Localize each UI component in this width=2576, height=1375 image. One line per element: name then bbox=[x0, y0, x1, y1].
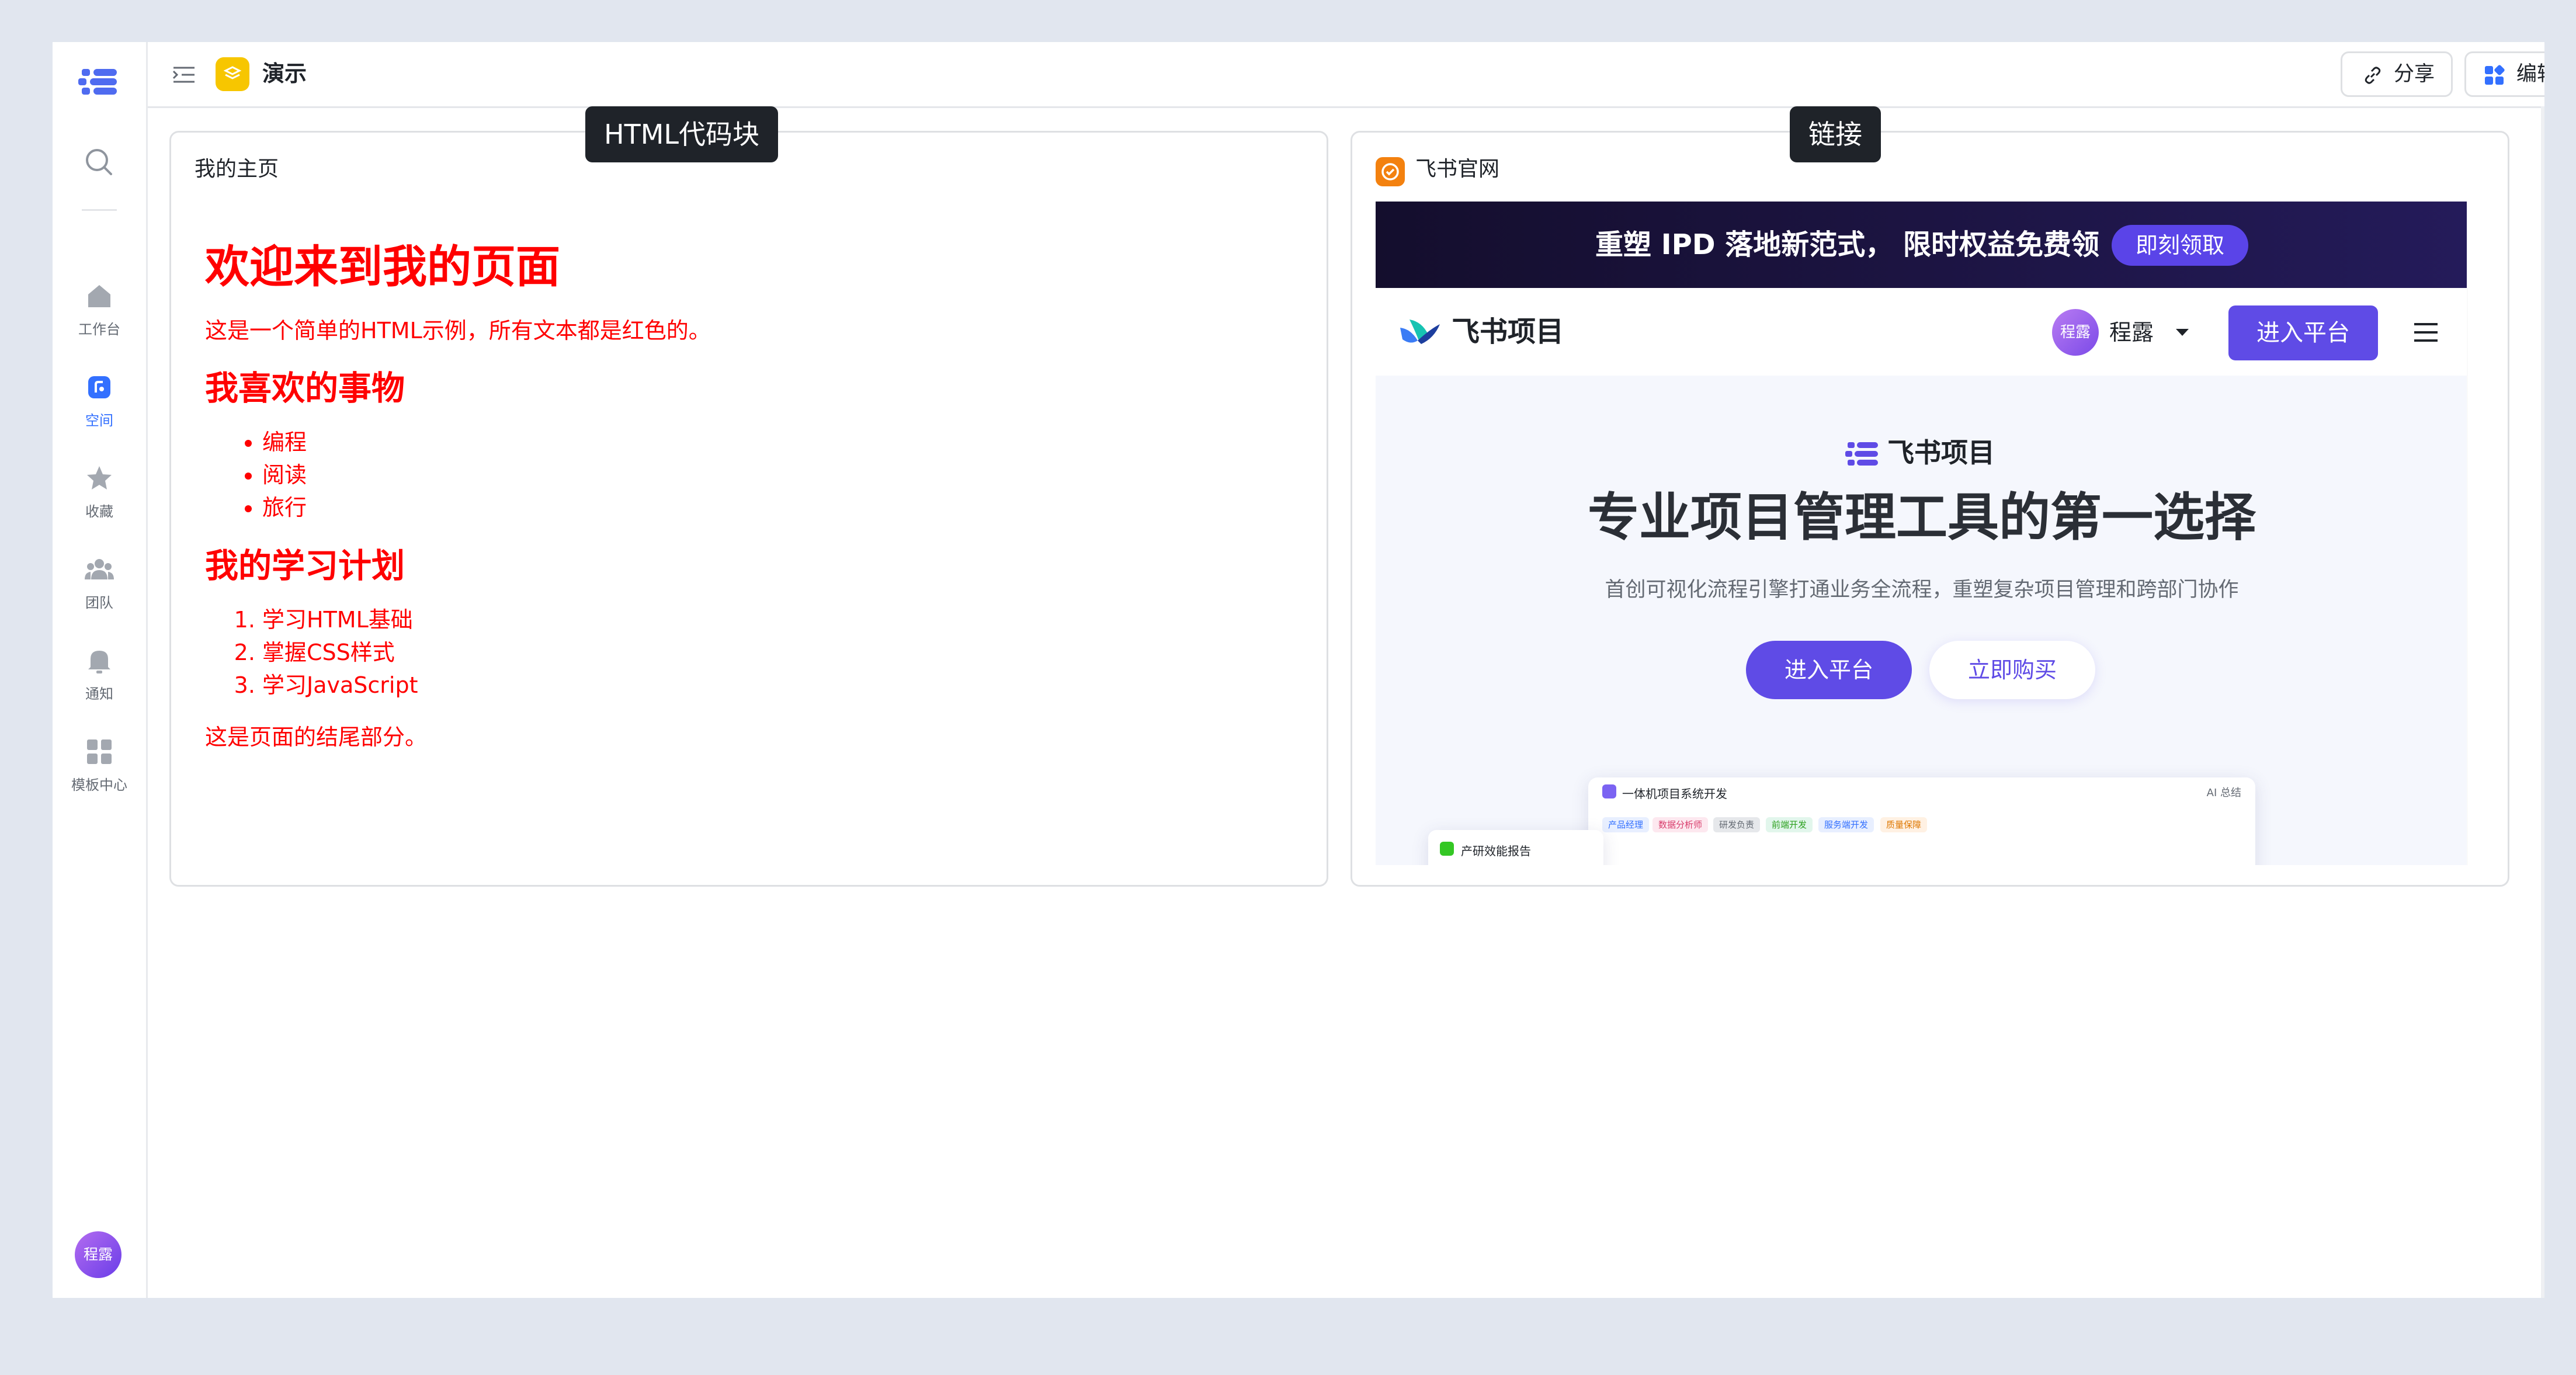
card-tag: 前端开发 bbox=[1766, 817, 1813, 832]
avatar[interactable]: 程露 bbox=[75, 1231, 121, 1278]
rail-item-label: 收藏 bbox=[85, 504, 113, 520]
report-card: 产研效能报告 bbox=[1428, 830, 1603, 865]
rail-divider bbox=[82, 209, 117, 211]
block-title: 飞书官网 bbox=[1415, 157, 1500, 181]
rail-item-label: 工作台 bbox=[78, 321, 120, 338]
site-brand[interactable]: 飞书项目 bbox=[1452, 312, 1564, 351]
html-heading: 欢迎来到我的页面 bbox=[205, 241, 560, 293]
layers-icon bbox=[223, 66, 242, 79]
preview-scrollbar-track[interactable] bbox=[2467, 202, 2468, 865]
left-rail: 工作台 空间 收藏 团队 通知 模板中心 程露 bbox=[53, 42, 148, 1298]
link-block[interactable]: 飞书官网 重塑 IPD 落地新范式， 限时权益免费领 即刻领取 飞书项目 程露 … bbox=[1351, 131, 2509, 887]
share-button[interactable]: 分享 bbox=[2341, 51, 2453, 97]
project-icon bbox=[1602, 784, 1616, 798]
rail-item-label: 空间 bbox=[85, 412, 113, 429]
hamburger-menu-icon[interactable] bbox=[2413, 322, 2439, 343]
nav-enter-platform-button[interactable]: 进入平台 bbox=[2228, 305, 2378, 360]
sidebar-toggle-icon[interactable] bbox=[171, 62, 197, 88]
banner-text: 重塑 IPD 落地新范式， 限时权益免费领 bbox=[1595, 228, 2100, 261]
space-icon bbox=[88, 376, 110, 398]
feishu-project-logo-icon[interactable] bbox=[1398, 311, 1442, 349]
report-icon bbox=[1440, 842, 1454, 856]
rail-item-label: 通知 bbox=[85, 686, 113, 702]
rail-item-space[interactable]: 空间 bbox=[53, 371, 146, 429]
app-window: 工作台 空间 收藏 团队 通知 模板中心 程露 演示 分享 编 我的主页 欢迎来… bbox=[53, 42, 2544, 1298]
home-icon bbox=[88, 285, 110, 307]
hero-subtitle: 首创可视化流程引擎打通业务全流程，重塑复杂项目管理和跨部门协作 bbox=[1605, 578, 2239, 602]
lark-logo-icon[interactable] bbox=[78, 64, 120, 99]
html-subheading-plan: 我的学习计划 bbox=[205, 547, 405, 585]
html-render: 欢迎来到我的页面 这是一个简单的HTML示例，所有文本都是红色的。 我喜欢的事物… bbox=[205, 238, 1256, 753]
rail-item-workbench[interactable]: 工作台 bbox=[53, 280, 146, 338]
card-tag: 服务端开发 bbox=[1818, 817, 1874, 832]
rail-item-team[interactable]: 团队 bbox=[53, 554, 146, 612]
search-icon[interactable] bbox=[82, 145, 117, 180]
card-title: 一体机项目系统开发 bbox=[1622, 787, 1727, 801]
edit-label: 编辑 bbox=[2516, 62, 2544, 86]
page-title: 演示 bbox=[262, 61, 307, 86]
share-label: 分享 bbox=[2394, 62, 2435, 86]
list-item: 编程 bbox=[262, 426, 1256, 459]
hero-brand: 飞书项目 bbox=[1887, 437, 1995, 468]
report-card-title: 产研效能报告 bbox=[1461, 844, 1531, 858]
bell-icon bbox=[88, 651, 110, 673]
promo-banner[interactable]: 重塑 IPD 落地新范式， 限时权益免费领 即刻领取 bbox=[1376, 202, 2468, 288]
star-icon bbox=[87, 466, 112, 489]
edit-grid-icon bbox=[2485, 65, 2505, 85]
top-bar: 演示 分享 编辑 bbox=[148, 42, 2544, 108]
hero-buy-now-button[interactable]: 立即购买 bbox=[1929, 641, 2095, 699]
hero-logo-icon bbox=[1845, 442, 1878, 466]
list-item: 掌握CSS样式 bbox=[262, 636, 1256, 669]
rail-item-favorites[interactable]: 收藏 bbox=[53, 463, 146, 520]
html-code-block[interactable]: 我的主页 欢迎来到我的页面 这是一个简单的HTML示例，所有文本都是红色的。 我… bbox=[169, 131, 1328, 887]
link-icon bbox=[2365, 67, 2381, 84]
rail-item-label: 团队 bbox=[85, 595, 113, 611]
card-tag: 产品经理 bbox=[1602, 817, 1650, 832]
block-title: 我的主页 bbox=[195, 157, 279, 181]
card-ai-summary: AI 总结 bbox=[2206, 787, 2241, 799]
list-item: 阅读 bbox=[262, 459, 1256, 491]
rail-item-templates[interactable]: 模板中心 bbox=[53, 736, 146, 794]
hero-enter-platform-button[interactable]: 进入平台 bbox=[1746, 641, 1912, 699]
rail-item-notifications[interactable]: 通知 bbox=[53, 645, 146, 703]
plan-list: 学习HTML基础 掌握CSS样式 学习JavaScript bbox=[205, 603, 1256, 702]
list-item: 学习HTML基础 bbox=[262, 603, 1256, 636]
document-scrollbar[interactable] bbox=[2541, 106, 2544, 1298]
user-name[interactable]: 程露 bbox=[2109, 316, 2154, 349]
chevron-down-icon[interactable] bbox=[2175, 328, 2190, 338]
rail-item-label: 模板中心 bbox=[71, 777, 127, 793]
site-nav: 飞书项目 程露 程露 进入平台 bbox=[1376, 288, 2468, 376]
html-footer: 这是页面的结尾部分。 bbox=[205, 724, 428, 750]
likes-list: 编程 阅读 旅行 bbox=[205, 426, 1256, 524]
edit-button[interactable]: 编辑 bbox=[2464, 51, 2544, 97]
template-icon bbox=[87, 739, 112, 764]
website-preview[interactable]: 重塑 IPD 落地新范式， 限时权益免费领 即刻领取 飞书项目 程露 程露 进入… bbox=[1376, 202, 2468, 865]
banner-claim-button[interactable]: 即刻领取 bbox=[2112, 225, 2248, 266]
html-intro: 这是一个简单的HTML示例，所有文本都是红色的。 bbox=[205, 318, 711, 343]
link-favicon-icon bbox=[1376, 157, 1405, 186]
link-block-tooltip: 链接 bbox=[1790, 106, 1881, 162]
html-subheading-likes: 我喜欢的事物 bbox=[205, 369, 405, 408]
list-item: 旅行 bbox=[262, 491, 1256, 524]
card-tag: 数据分析师 bbox=[1652, 817, 1709, 832]
product-screenshot-card: 一体机项目系统开发 AI 总结 产品经理 数据分析师 研发负责 前端开发 服务端… bbox=[1588, 777, 2255, 865]
html-block-tooltip: HTML代码块 bbox=[585, 106, 779, 162]
team-icon bbox=[85, 559, 114, 579]
card-tag: 研发负责 bbox=[1713, 817, 1761, 832]
app-icon bbox=[216, 57, 249, 91]
card-tag: 质量保障 bbox=[1880, 817, 1928, 832]
user-avatar[interactable]: 程露 bbox=[2052, 309, 2099, 356]
list-item: 学习JavaScript bbox=[262, 669, 1256, 702]
hero-title: 专业项目管理工具的第一选择 bbox=[1587, 487, 2256, 547]
